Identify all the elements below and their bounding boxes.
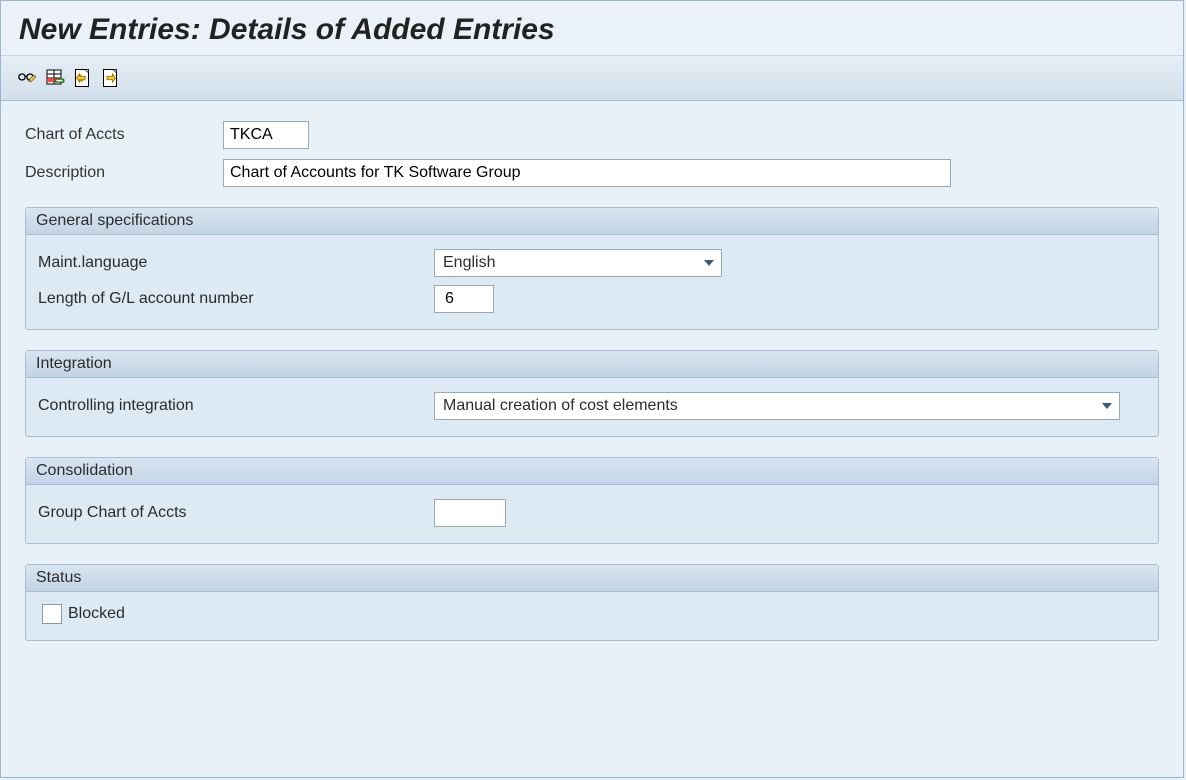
description-row: Description [25,159,1159,187]
page-next-icon [101,68,121,88]
general-specifications-body: Maint.language English Length of G/L acc… [26,235,1158,329]
consolidation-group: Consolidation Group Chart of Accts [25,457,1159,544]
gl-length-row: Length of G/L account number [38,281,1146,317]
controlling-integration-value: Manual creation of cost elements [443,397,678,415]
next-entry-button[interactable] [99,66,123,90]
application-toolbar [1,56,1183,101]
chart-of-accts-label: Chart of Accts [25,126,223,144]
chevron-down-icon [703,257,715,269]
blocked-label[interactable]: Blocked [68,605,125,623]
maint-language-select[interactable]: English [434,249,722,277]
status-title: Status [26,565,1158,592]
gl-length-label: Length of G/L account number [38,290,434,308]
previous-entry-button[interactable] [71,66,95,90]
integration-group: Integration Controlling integration Manu… [25,350,1159,437]
controlling-integration-label: Controlling integration [38,397,434,415]
description-label: Description [25,164,223,182]
glasses-pencil-icon [17,68,37,88]
integration-body: Controlling integration Manual creation … [26,378,1158,436]
status-group: Status Blocked [25,564,1159,641]
controlling-integration-row: Controlling integration Manual creation … [38,388,1146,424]
chevron-down-icon [1101,400,1113,412]
consolidation-body: Group Chart of Accts [26,485,1158,543]
window-frame: New Entries: Details of Added Entries [0,0,1184,778]
maint-language-value: English [443,254,495,272]
gl-length-input[interactable] [434,285,494,313]
table-delete-icon [45,68,65,88]
integration-title: Integration [26,351,1158,378]
delete-button[interactable] [43,66,67,90]
description-input[interactable] [223,159,951,187]
general-specifications-group: General specifications Maint.language En… [25,207,1159,330]
chart-of-accts-input[interactable] [223,121,309,149]
toggle-display-change-button[interactable] [15,66,39,90]
controlling-integration-select[interactable]: Manual creation of cost elements [434,392,1120,420]
maint-language-label: Maint.language [38,254,434,272]
group-chart-of-accts-row: Group Chart of Accts [38,495,1146,531]
blocked-row: Blocked [38,602,1146,628]
page-previous-icon [73,68,93,88]
general-specifications-title: General specifications [26,208,1158,235]
title-bar: New Entries: Details of Added Entries [1,1,1183,56]
content-area: Chart of Accts Description General speci… [1,101,1183,777]
consolidation-title: Consolidation [26,458,1158,485]
group-chart-of-accts-label: Group Chart of Accts [38,504,434,522]
page-title: New Entries: Details of Added Entries [19,13,1165,47]
blocked-checkbox[interactable] [42,604,62,624]
maint-language-row: Maint.language English [38,245,1146,281]
chart-of-accts-row: Chart of Accts [25,121,1159,149]
status-body: Blocked [26,592,1158,640]
group-chart-of-accts-input[interactable] [434,499,506,527]
